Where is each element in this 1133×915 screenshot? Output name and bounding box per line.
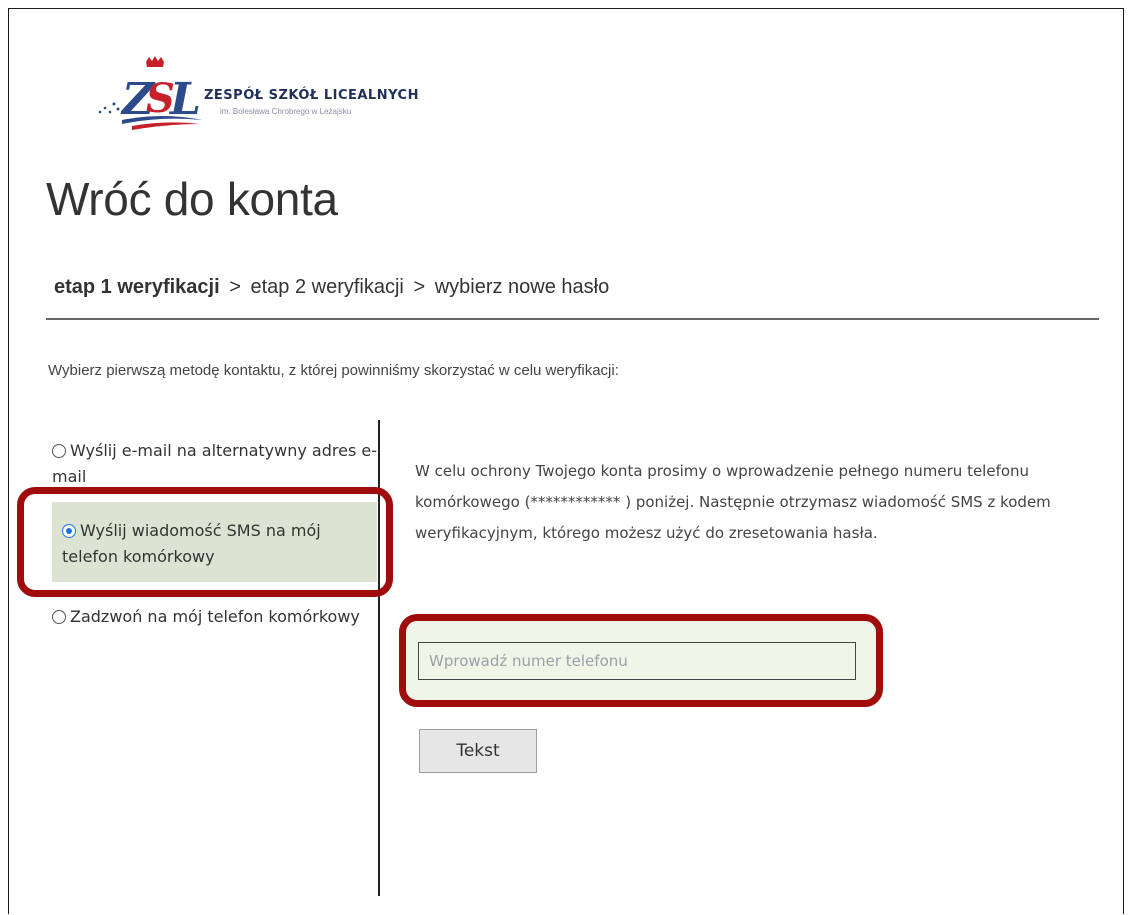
logo-title: ZESPÓŁ SZKÓŁ LICEALNYCH: [204, 88, 419, 103]
logo-subtitle: im. Bolesława Chrobrego w Leżajsku: [220, 107, 352, 116]
submit-button[interactable]: Tekst: [419, 729, 537, 773]
page-title: Wróć do konta: [46, 173, 338, 225]
breadcrumb: etap 1 weryfikacji > etap 2 weryfikacji …: [54, 276, 609, 299]
radio-icon[interactable]: [52, 610, 66, 624]
breadcrumb-step-3: wybierz nowe hasło: [434, 276, 610, 298]
option-call-label: Zadzwoń na mój telefon komórkowy: [70, 607, 360, 626]
sms-description: W celu ochrony Twojego konta prosimy o w…: [415, 462, 1051, 542]
radio-icon[interactable]: [52, 444, 66, 458]
school-logo: Z S L ZESPÓŁ SZKÓŁ LICEALNYCH im. Bolesł…: [92, 54, 472, 138]
breadcrumb-separator: >: [413, 276, 426, 298]
breadcrumb-separator: >: [229, 276, 241, 298]
option-email[interactable]: Wyślij e-mail na alternatywny adres e-ma…: [52, 438, 377, 490]
phone-number-input[interactable]: [418, 642, 856, 680]
option-call[interactable]: Zadzwoń na mój telefon komórkowy: [52, 604, 377, 630]
header-divider: [46, 318, 1099, 320]
breadcrumb-step-1: etap 1 weryfikacji: [54, 276, 220, 298]
highlight-box-sms-option: [17, 487, 393, 597]
zsl-logo-mark: Z S L: [98, 56, 202, 130]
option-email-label: Wyślij e-mail na alternatywny adres e-ma…: [52, 441, 377, 486]
breadcrumb-step-2: etap 2 weryfikacji: [250, 276, 404, 298]
instruction-text: Wybierz pierwszą metodę kontaktu, z któr…: [48, 362, 619, 379]
